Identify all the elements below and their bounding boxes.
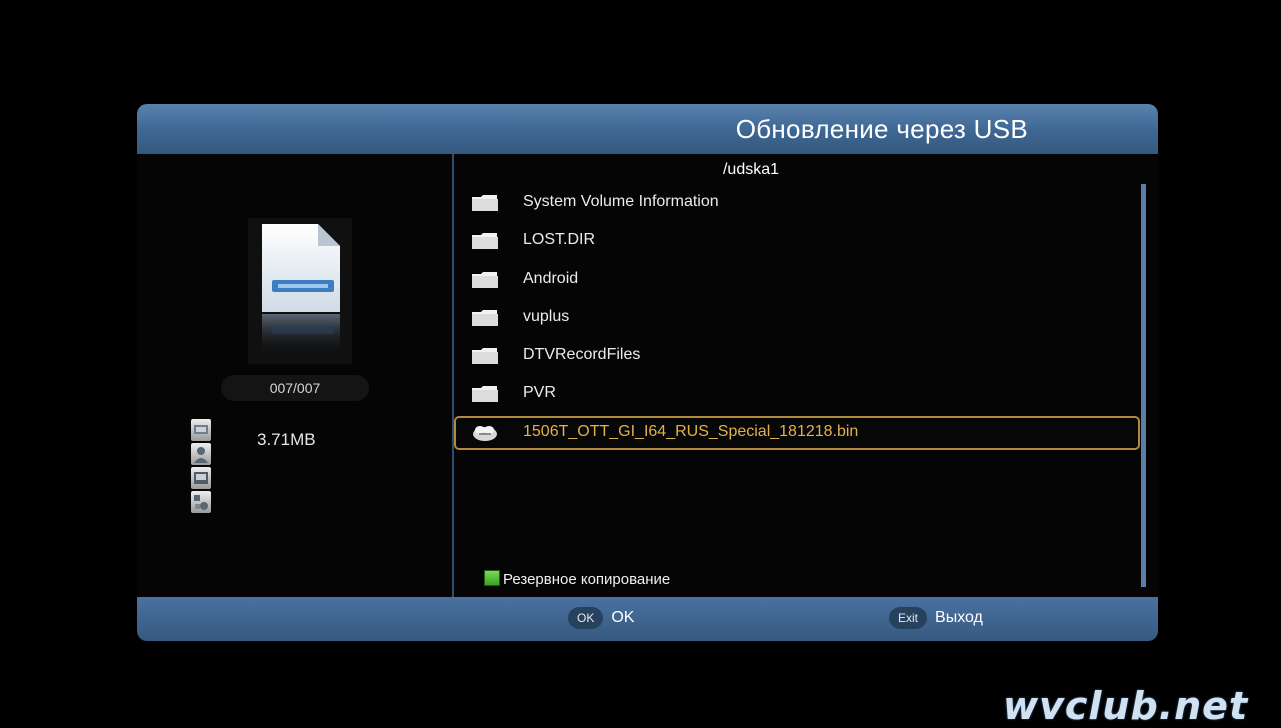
watermark-logo: wvclub.net bbox=[1003, 684, 1249, 728]
settings-icon bbox=[191, 419, 211, 441]
file-list: System Volume Information LOST.DIR Andro… bbox=[454, 186, 1144, 454]
scrollbar-thumb[interactable] bbox=[1141, 184, 1146, 587]
side-icon-column bbox=[191, 419, 211, 515]
dialog-title: Обновление через USB bbox=[735, 114, 1028, 144]
folder-icon bbox=[471, 193, 499, 218]
ok-hint[interactable]: OK OK bbox=[568, 607, 634, 629]
folder-name: PVR bbox=[523, 384, 556, 402]
current-path: /udska1 bbox=[722, 161, 780, 178]
folder-name: LOST.DIR bbox=[523, 231, 596, 249]
file-preview-icon bbox=[248, 218, 352, 364]
title-bar: Обновление через USB bbox=[137, 104, 1158, 154]
folder-icon bbox=[471, 384, 499, 409]
folder-row[interactable]: System Volume Information bbox=[454, 186, 1140, 220]
file-browser: /udska1 System Volume Information LOST.D… bbox=[454, 154, 1158, 597]
green-key-icon bbox=[484, 570, 500, 586]
folder-row[interactable]: PVR bbox=[454, 377, 1140, 411]
user-icon bbox=[191, 443, 211, 465]
folder-name: System Volume Information bbox=[523, 193, 719, 210]
bin-file-icon bbox=[471, 423, 499, 448]
ok-key-icon: OK bbox=[568, 607, 604, 629]
scrollbar[interactable] bbox=[1141, 184, 1146, 587]
exit-hint[interactable]: Exit Выход bbox=[889, 607, 983, 629]
folder-row[interactable]: vuplus bbox=[454, 301, 1140, 335]
folder-icon bbox=[471, 270, 499, 295]
footer-bar: OK OK Exit Выход bbox=[137, 597, 1158, 641]
folder-icon bbox=[471, 346, 499, 371]
tools-icon bbox=[191, 491, 211, 513]
folder-row[interactable]: Android bbox=[454, 263, 1140, 297]
selected-file-row[interactable]: 1506T_OTT_GI_I64_RUS_Special_181218.bin bbox=[454, 415, 1140, 450]
file-counter: 007/007 bbox=[221, 375, 369, 401]
folder-icon bbox=[471, 231, 499, 256]
file-info-panel: 007/007 3.71MB bbox=[137, 154, 452, 597]
file-size: 3.71MB bbox=[257, 430, 316, 449]
folder-name: Android bbox=[523, 269, 579, 287]
folder-name: vuplus bbox=[523, 307, 570, 325]
folder-row[interactable]: DTVRecordFiles bbox=[454, 339, 1140, 373]
usb-update-dialog: Обновление через USB 007/007 3.71MB /uds… bbox=[137, 104, 1158, 641]
file-name: 1506T_OTT_GI_I64_RUS_Special_181218.bin bbox=[523, 422, 859, 440]
exit-key-icon: Exit bbox=[889, 607, 928, 629]
window-icon bbox=[191, 467, 211, 489]
folder-name: DTVRecordFiles bbox=[523, 346, 641, 364]
backup-hint[interactable]: Резервное копирование bbox=[484, 570, 670, 588]
backup-label: Резервное копирование bbox=[503, 571, 671, 588]
ok-label: OK bbox=[611, 609, 635, 627]
folder-icon bbox=[471, 308, 499, 333]
folder-row[interactable]: LOST.DIR bbox=[454, 224, 1140, 258]
exit-label: Выход bbox=[935, 609, 983, 627]
